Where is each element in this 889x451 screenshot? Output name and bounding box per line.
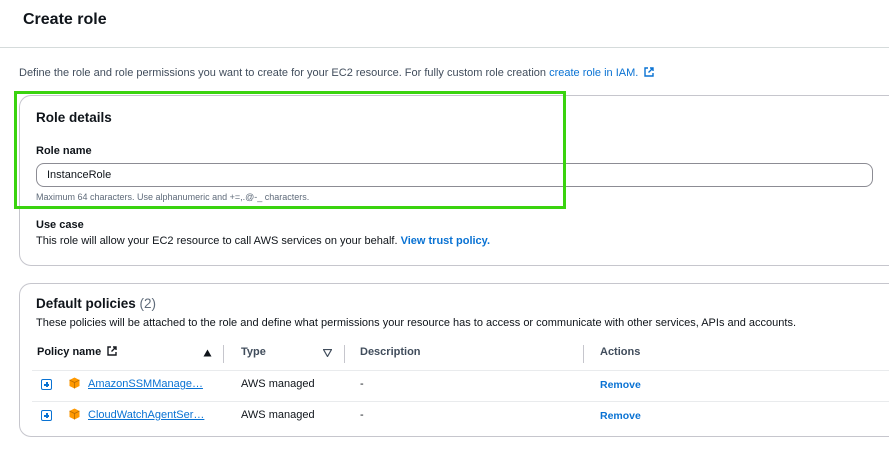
- policy-description: -: [360, 378, 364, 390]
- policy-type: AWS managed: [241, 409, 315, 421]
- remove-button[interactable]: Remove: [600, 410, 641, 422]
- page-header: Create role: [0, 0, 889, 48]
- default-policies-description: These policies will be attached to the r…: [36, 317, 796, 329]
- column-separator[interactable]: [223, 345, 224, 363]
- expand-icon[interactable]: [41, 410, 52, 421]
- aws-service-icon: [69, 408, 80, 420]
- row-divider: [32, 401, 889, 402]
- use-case-text: This role will allow your EC2 resource t…: [36, 235, 490, 247]
- policy-type: AWS managed: [241, 378, 315, 390]
- remove-button[interactable]: Remove: [600, 379, 641, 391]
- column-header-actions: Actions: [600, 346, 641, 358]
- intro-text: Define the role and role permissions you…: [19, 67, 655, 79]
- default-policies-title: Default policies: [36, 296, 136, 311]
- external-link-icon[interactable]: [644, 67, 655, 77]
- sort-descending-icon[interactable]: [323, 349, 332, 357]
- intro-description: Define the role and role permissions you…: [19, 67, 550, 79]
- role-name-input[interactable]: [36, 163, 873, 187]
- column-separator[interactable]: [583, 345, 584, 363]
- default-policies-heading: Default policies (2): [36, 296, 156, 311]
- column-header-description: Description: [360, 346, 421, 358]
- use-case-description: This role will allow your EC2 resource t…: [36, 235, 401, 247]
- role-details-title: Role details: [36, 110, 112, 125]
- sort-ascending-icon[interactable]: [203, 349, 212, 357]
- role-name-label: Role name: [36, 145, 92, 157]
- view-trust-policy-link[interactable]: View trust policy.: [401, 235, 490, 247]
- role-name-hint: Maximum 64 characters. Use alphanumeric …: [36, 192, 310, 202]
- create-role-in-iam-link[interactable]: create role in IAM.: [549, 67, 638, 79]
- aws-service-icon: [69, 377, 80, 389]
- column-header-type[interactable]: Type: [241, 346, 266, 358]
- policy-description: -: [360, 409, 364, 421]
- default-policies-count: (2): [139, 296, 157, 311]
- column-policy-name-label: Policy name: [37, 346, 102, 358]
- policy-name-link[interactable]: AmazonSSMManage…: [88, 378, 203, 390]
- column-header-policy-name[interactable]: Policy name: [37, 346, 117, 358]
- table-divider: [32, 370, 889, 371]
- expand-icon[interactable]: [41, 379, 52, 390]
- page-title: Create role: [23, 11, 107, 28]
- use-case-label: Use case: [36, 219, 84, 231]
- external-link-icon: [107, 346, 117, 356]
- column-separator[interactable]: [344, 345, 345, 363]
- policy-name-link[interactable]: CloudWatchAgentSer…: [88, 409, 204, 421]
